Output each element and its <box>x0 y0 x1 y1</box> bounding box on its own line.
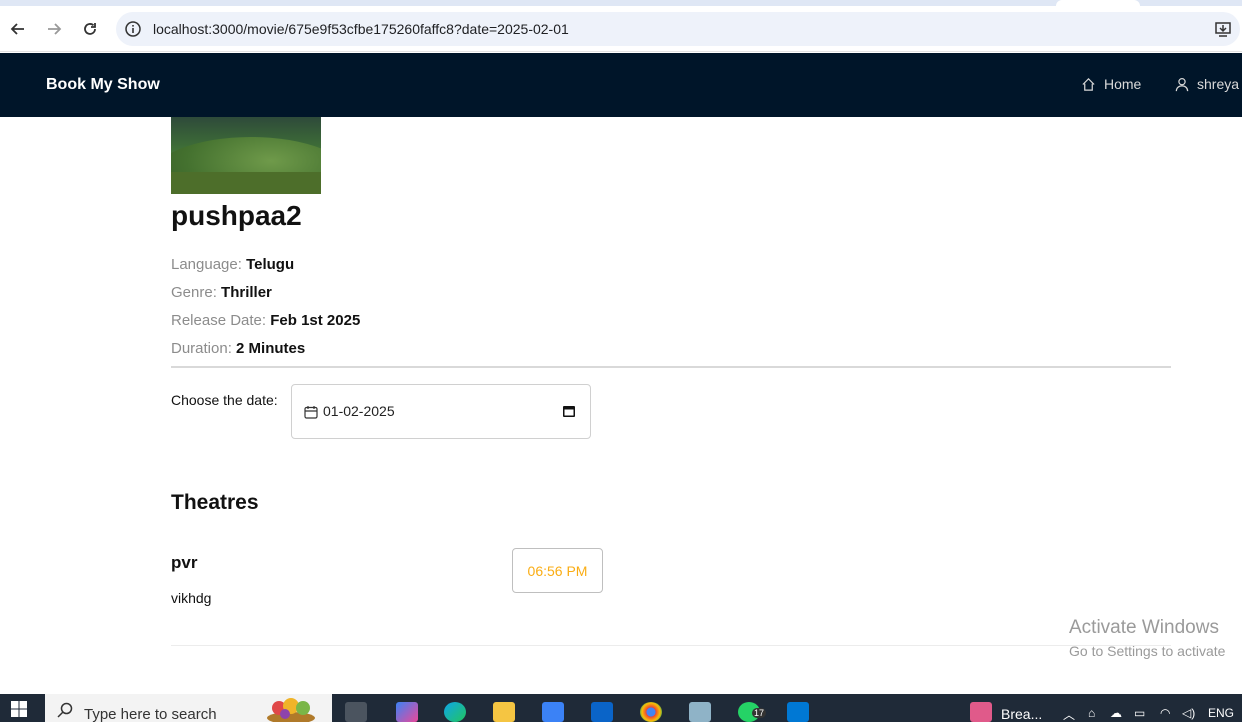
reload-icon[interactable] <box>78 17 102 41</box>
address-bar[interactable]: localhost:3000/movie/675e9f53cfbe175260f… <box>116 12 1240 46</box>
activate-windows-watermark: Activate Windows Go to Settings to activ… <box>1069 617 1225 659</box>
task-view-icon[interactable] <box>345 702 367 722</box>
date-input[interactable]: 01-02-2025 <box>291 384 591 439</box>
edge-icon[interactable] <box>444 702 466 722</box>
movie-poster <box>171 117 321 194</box>
windows-start-icon[interactable] <box>10 700 28 718</box>
search-placeholder: Type here to search <box>84 706 217 723</box>
showtime-button[interactable]: 06:56 PM <box>512 548 603 593</box>
nav-user-label: shreya <box>1197 76 1240 92</box>
theatre-address: vikhdg <box>171 590 212 606</box>
detail-label: Genre: <box>171 284 217 301</box>
volume-icon[interactable]: ◁) <box>1182 706 1195 720</box>
detail-duration: Duration: 2 Minutes <box>171 340 305 357</box>
back-icon[interactable] <box>6 17 30 41</box>
store-icon[interactable] <box>542 702 564 722</box>
copilot-icon[interactable] <box>396 702 418 722</box>
chrome-icon[interactable] <box>640 702 662 722</box>
app-window-label[interactable]: Brea... <box>1001 706 1042 722</box>
nav-home[interactable]: Home <box>1081 76 1141 92</box>
site-info-icon[interactable] <box>124 20 142 38</box>
movie-title: pushpaa2 <box>171 200 302 231</box>
theatres-title: Theatres <box>171 491 259 514</box>
wifi-icon[interactable]: ◠ <box>1160 706 1170 720</box>
date-value: 01-02-2025 <box>323 403 395 419</box>
watermark-line1: Activate Windows <box>1069 617 1219 638</box>
battery-icon[interactable]: ▭ <box>1134 706 1145 720</box>
brand-logo[interactable]: Book My Show <box>46 76 160 94</box>
app-window-icon[interactable] <box>970 702 992 722</box>
detail-label: Language: <box>171 256 242 273</box>
whatsapp-badge: 17 <box>752 708 767 718</box>
file-explorer-icon[interactable] <box>493 702 515 722</box>
watermark-line2: Go to Settings to activate <box>1069 643 1226 659</box>
date-label: Choose the date: <box>171 392 278 408</box>
tray-chevron-icon[interactable]: ︿ <box>1063 706 1075 723</box>
onedrive-icon[interactable]: ☁ <box>1110 706 1122 720</box>
browser-toolbar: localhost:3000/movie/675e9f53cfbe175260f… <box>0 6 1242 52</box>
whatsapp-icon[interactable]: 17 <box>738 702 767 722</box>
taskbar-search[interactable]: Type here to search <box>45 694 332 723</box>
taskbar: Type here to search 17 Brea... ︿ ⌂ ☁ ▭ ◠… <box>0 694 1242 723</box>
nav-user[interactable]: shreya <box>1175 76 1239 92</box>
forward-icon[interactable] <box>42 17 66 41</box>
url-text: localhost:3000/movie/675e9f53cfbe175260f… <box>153 21 569 37</box>
language-indicator[interactable]: ENG <box>1208 706 1234 720</box>
install-app-icon[interactable] <box>1214 20 1232 38</box>
detail-genre: Genre: Thriller <box>171 284 272 301</box>
detail-label: Release Date: <box>171 312 267 329</box>
calendar-icon <box>304 406 318 419</box>
tray-meet-icon[interactable]: ⌂ <box>1088 706 1095 720</box>
detail-value: Feb 1st 2025 <box>270 312 361 329</box>
detail-value: Telugu <box>246 256 295 273</box>
detail-value: 2 Minutes <box>236 340 306 357</box>
user-icon <box>1175 77 1189 91</box>
search-icon <box>57 702 73 718</box>
notepad-icon[interactable] <box>689 702 711 722</box>
vscode-icon[interactable] <box>787 702 809 722</box>
outlook-icon[interactable] <box>591 702 613 722</box>
detail-label: Duration: <box>171 340 232 357</box>
nav-home-label: Home <box>1104 76 1142 92</box>
detail-language: Language: Telugu <box>171 256 294 273</box>
fruit-basket-icon <box>267 698 315 722</box>
theatre-divider <box>171 645 1171 646</box>
home-icon <box>1082 77 1095 91</box>
theatre-name: pvr <box>171 553 198 572</box>
calendar-picker-icon[interactable] <box>562 404 576 418</box>
detail-release-date: Release Date: Feb 1st 2025 <box>171 312 360 329</box>
app-header: Book My Show Home shreya <box>0 53 1242 117</box>
section-divider <box>171 366 1171 368</box>
detail-value: Thriller <box>221 284 272 301</box>
